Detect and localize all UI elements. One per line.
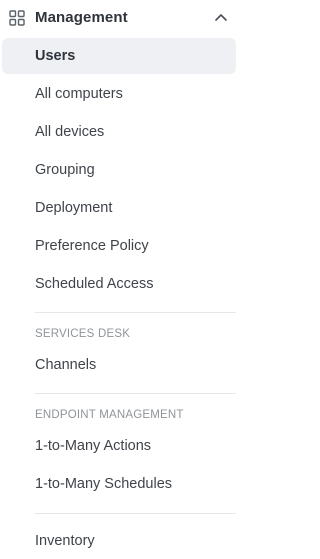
sidebar-item-label: Grouping — [35, 162, 95, 178]
sidebar-item-all-computers[interactable]: All computers — [0, 76, 245, 112]
grid-icon — [9, 10, 25, 26]
sidebar-item-label: All computers — [35, 86, 123, 102]
sidebar: Management Users All computers All devic… — [0, 0, 245, 556]
sidebar-item-channels[interactable]: Channels — [0, 347, 245, 383]
section-title: Management — [35, 9, 128, 26]
management-section-header[interactable]: Management — [0, 0, 245, 36]
sidebar-item-preference-policy[interactable]: Preference Policy — [0, 228, 245, 264]
sidebar-item-label: 1-to-Many Schedules — [35, 476, 173, 492]
sidebar-item-label: 1-to-Many Actions — [35, 438, 152, 454]
divider — [35, 393, 236, 394]
sidebar-item-label: Deployment — [35, 200, 113, 216]
services-desk-group-label: SERVICES DESK — [35, 328, 131, 340]
sidebar-item-inventory[interactable]: Inventory — [0, 523, 245, 559]
sidebar-item-label: Preference Policy — [35, 238, 149, 254]
endpoint-management-group-label: ENDPOINT MANAGEMENT — [35, 409, 184, 421]
sidebar-item-grouping[interactable]: Grouping — [0, 152, 245, 188]
sidebar-item-deployment[interactable]: Deployment — [0, 190, 245, 226]
sidebar-item-1-to-many-schedules[interactable]: 1-to-Many Schedules — [0, 466, 245, 502]
divider — [35, 513, 236, 514]
sidebar-item-label: Scheduled Access — [35, 276, 154, 292]
divider — [35, 312, 236, 313]
sidebar-item-label: Channels — [35, 357, 97, 373]
sidebar-item-scheduled-access[interactable]: Scheduled Access — [0, 266, 245, 302]
sidebar-item-label: All devices — [35, 124, 105, 140]
sidebar-item-1-to-many-actions[interactable]: 1-to-Many Actions — [0, 428, 245, 464]
sidebar-item-users[interactable]: Users — [2, 38, 236, 74]
sidebar-item-all-devices[interactable]: All devices — [0, 114, 245, 150]
sidebar-item-label: Inventory — [35, 533, 95, 549]
sidebar-item-label: Users — [35, 48, 76, 64]
chevron-up-icon[interactable] — [214, 12, 228, 22]
